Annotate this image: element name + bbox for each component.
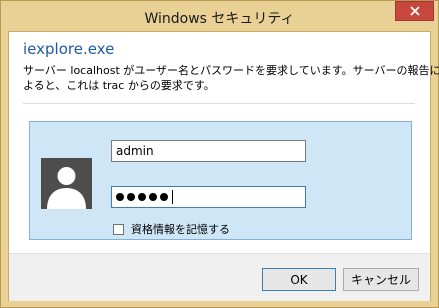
app-name: iexplore.exe: [23, 40, 115, 58]
remember-credentials-checkbox[interactable]: 資格情報を記憶する: [113, 221, 230, 237]
ok-button[interactable]: OK: [262, 268, 336, 291]
remember-credentials-label: 資格情報を記憶する: [131, 223, 230, 236]
close-icon: [409, 6, 420, 16]
credential-tile: 資格情報を記憶する: [29, 121, 412, 240]
checkbox-box[interactable]: [113, 223, 124, 235]
window-title: Windows セキュリティ: [144, 11, 295, 27]
auth-message-line-1: サーバー localhost がユーザー名とパスワードを要求しています。サーバー…: [23, 64, 439, 77]
separator: [23, 103, 415, 104]
security-dialog-window: Windows セキュリティ iexplore.exe サーバー localho…: [0, 0, 439, 308]
password-input[interactable]: [111, 186, 306, 208]
auth-message: サーバー localhost がユーザー名とパスワードを要求しています。サーバー…: [23, 63, 439, 93]
title-bar[interactable]: Windows セキュリティ: [1, 1, 438, 32]
user-avatar-icon: [41, 158, 92, 209]
dialog-content: iexplore.exe サーバー localhost がユーザー名とパスワード…: [8, 31, 439, 301]
auth-message-line-2: よると、これは trac からの要求です。: [23, 79, 215, 92]
button-bar: OK キャンセル: [9, 253, 430, 301]
cancel-button[interactable]: キャンセル: [343, 268, 419, 291]
close-button[interactable]: [395, 1, 434, 21]
username-input[interactable]: [111, 140, 306, 162]
